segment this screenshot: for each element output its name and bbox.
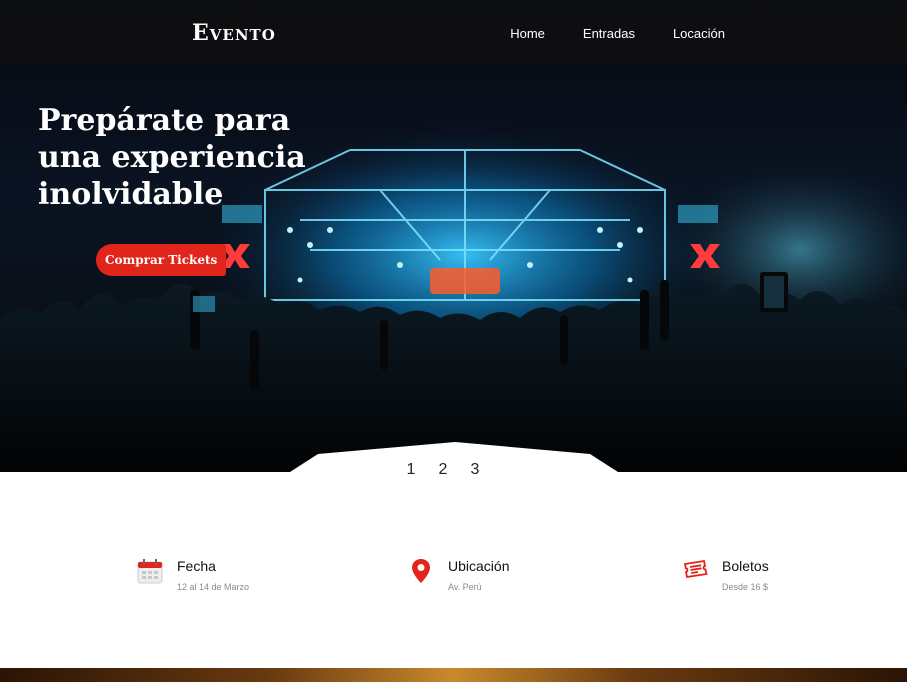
info-fecha: Fecha 12 al 14 de Marzo bbox=[137, 556, 249, 592]
hero-headline-line-2: una experiencia bbox=[38, 140, 306, 175]
location-pin-icon bbox=[412, 559, 430, 583]
top-navigation-bar: Evento Home Entradas Locación bbox=[0, 0, 907, 64]
buy-tickets-button[interactable]: Comprar Tickets bbox=[96, 244, 227, 276]
info-boletos: Boletos Desde 16 $ bbox=[682, 556, 769, 592]
ticket-icon bbox=[683, 559, 708, 579]
hero-headline: Prepárate para una experiencia inolvidab… bbox=[38, 102, 338, 213]
slider-page-1[interactable]: 1 bbox=[405, 461, 417, 479]
hero-section bbox=[0, 0, 907, 472]
page: Evento Home Entradas Locación Prepárate … bbox=[0, 0, 907, 682]
info-fecha-value: 12 al 14 de Marzo bbox=[177, 582, 250, 592]
next-section-image-strip bbox=[0, 668, 907, 682]
concert-stage-image bbox=[0, 125, 907, 472]
info-boletos-value: Desde 16 $ bbox=[722, 582, 769, 592]
nav-links: Home Entradas Locación bbox=[510, 26, 725, 41]
site-logo[interactable]: Evento bbox=[192, 20, 276, 46]
info-ubicacion-label: Ubicación bbox=[448, 558, 510, 574]
slider-pagination: 1 2 3 bbox=[405, 461, 481, 479]
slider-page-3[interactable]: 3 bbox=[469, 461, 481, 479]
slider-page-2[interactable]: 2 bbox=[437, 461, 449, 479]
info-fecha-label: Fecha bbox=[177, 558, 216, 574]
info-boletos-label: Boletos bbox=[722, 558, 769, 574]
info-ubicacion-value: Av. Perú bbox=[448, 582, 482, 592]
nav-link-entradas[interactable]: Entradas bbox=[583, 26, 635, 41]
nav-link-locacion[interactable]: Locación bbox=[673, 26, 725, 41]
nav-link-home[interactable]: Home bbox=[510, 26, 545, 41]
info-ubicacion: Ubicación Av. Perú bbox=[408, 556, 509, 592]
calendar-icon bbox=[137, 559, 163, 584]
hero-headline-line-1: Prepárate para bbox=[38, 103, 291, 138]
hero-headline-line-3: inolvidable bbox=[38, 177, 224, 212]
